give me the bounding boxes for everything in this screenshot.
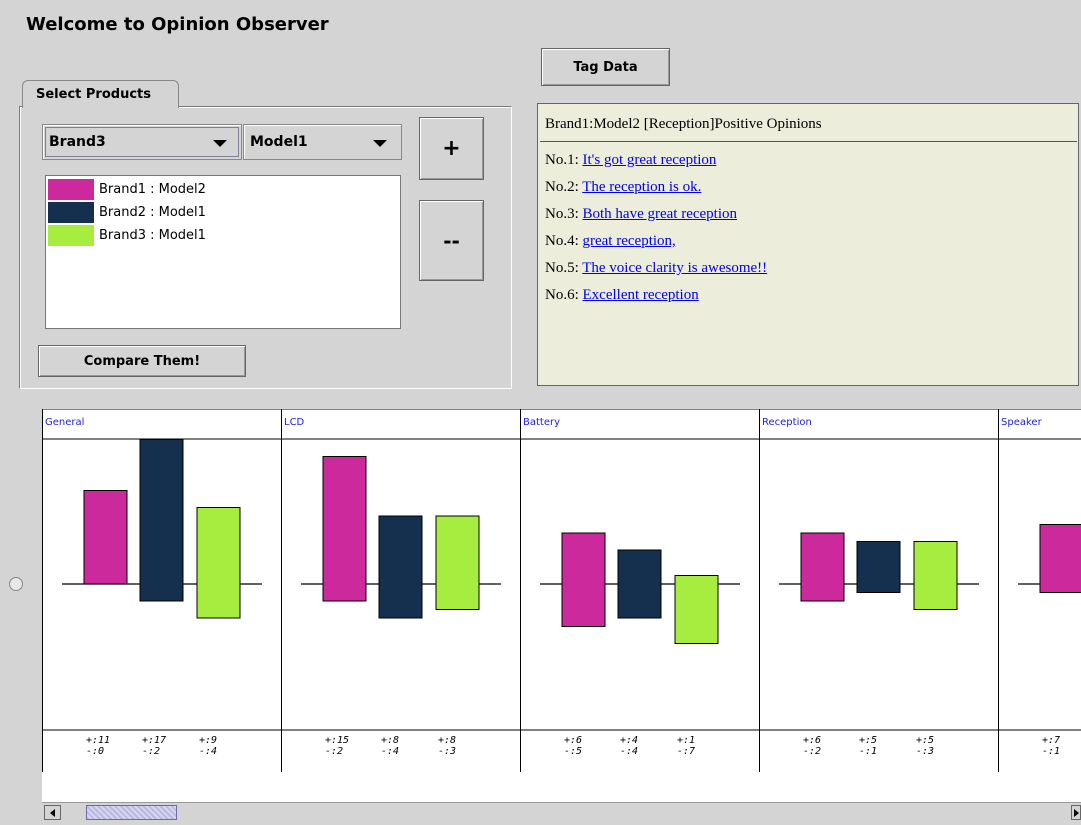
opinion-item: No.5: The voice clarity is awesome!! [545, 260, 767, 277]
opinion-link[interactable]: great reception, [583, 233, 676, 249]
opinion-link[interactable]: Excellent reception [583, 287, 699, 303]
chart-bar [139, 439, 184, 602]
count-label: -:3 [916, 746, 934, 757]
count-label: -:2 [325, 746, 343, 757]
count-label: -:4 [381, 746, 399, 757]
horizontal-scrollbar[interactable] [42, 802, 1081, 821]
count-label: +:6 [803, 735, 821, 746]
count-label: -:7 [677, 746, 695, 757]
chart-bar [913, 541, 958, 610]
count-label: +:15 [325, 735, 349, 746]
aspect-label: Battery [523, 417, 560, 428]
comparison-chart: General +:11 -:0 +:17 -:2 +:9 -:4 LCD +:15 -:2 +:8… [42, 409, 1081, 802]
opinion-item: No.1: It's got great reception [545, 152, 716, 169]
chart-bar [378, 515, 423, 619]
aspect-label: General [45, 417, 84, 428]
count-label: +:5 [916, 735, 934, 746]
count-label: +:4 [620, 735, 638, 746]
count-label: -:0 [86, 746, 104, 757]
opinion-item: No.3: Both have great reception [545, 206, 737, 223]
opinion-number: No.2: [545, 179, 583, 195]
opinion-number: No.3: [545, 206, 583, 222]
scroll-thumb[interactable] [86, 805, 177, 820]
scroll-left-arrow-icon[interactable] [44, 805, 61, 820]
aspect-label: Reception [762, 417, 812, 428]
count-label: -:1 [1042, 746, 1060, 757]
count-label: -:4 [199, 746, 217, 757]
count-label: +:17 [142, 735, 166, 746]
opinion-link[interactable]: The reception is ok. [582, 179, 701, 195]
count-label: +:11 [86, 735, 110, 746]
scroll-right-arrow-icon[interactable] [1071, 805, 1081, 820]
aspect-label: Speaker [1001, 417, 1043, 428]
count-label: -:2 [803, 746, 821, 757]
count-label: -:1 [859, 746, 877, 757]
count-label: +:8 [381, 735, 399, 746]
opinion-item: No.2: The reception is ok. [545, 179, 701, 196]
opinion-number: No.4: [545, 233, 583, 249]
chart-bar [322, 456, 367, 602]
opinion-number: No.6: [545, 287, 583, 303]
count-label: +:1 [677, 735, 695, 746]
count-label: +:6 [564, 735, 582, 746]
count-label: +:8 [438, 735, 456, 746]
opinion-link[interactable]: The voice clarity is awesome!! [582, 260, 767, 276]
count-label: +:5 [859, 735, 877, 746]
count-label: -:5 [564, 746, 582, 757]
chart-bar [674, 575, 719, 644]
radio-button[interactable] [9, 577, 23, 591]
tag-data-button[interactable]: Tag Data [541, 48, 670, 86]
opinion-item: No.6: Excellent reception [545, 287, 699, 304]
chart-bar [196, 507, 241, 619]
select-products-panel [19, 106, 512, 389]
chart-bar [83, 490, 128, 585]
app-title: Welcome to Opinion Observer [26, 14, 329, 35]
chart-bar [617, 549, 662, 619]
chart-bar [800, 532, 845, 602]
divider [540, 141, 1077, 142]
opinion-number: No.1: [545, 152, 583, 168]
count-label: -:3 [438, 746, 456, 757]
opinion-item: No.4: great reception, [545, 233, 676, 250]
chart-bar [435, 515, 480, 610]
count-label: +:7 [1042, 735, 1060, 746]
count-label: +:9 [199, 735, 217, 746]
opinion-number: No.5: [545, 260, 583, 276]
chart-bar [856, 541, 901, 593]
opinion-heading: Brand1:Model2 [Reception]Positive Opinio… [545, 116, 822, 132]
chart-bar [1039, 524, 1081, 593]
chart-bar [561, 532, 606, 627]
chart-svg: General+:11-:0+:17-:2+:9-:4LCD+:15-:2+:8… [42, 409, 1081, 772]
opinion-link[interactable]: Both have great reception [583, 206, 738, 222]
count-label: -:2 [142, 746, 160, 757]
aspect-label: LCD [284, 417, 305, 428]
count-label: -:4 [620, 746, 638, 757]
tab-select-products[interactable]: Select Products [22, 80, 179, 108]
opinion-panel: Brand1:Model2 [Reception]Positive Opinio… [537, 103, 1079, 386]
opinion-link[interactable]: It's got great reception [583, 152, 717, 168]
